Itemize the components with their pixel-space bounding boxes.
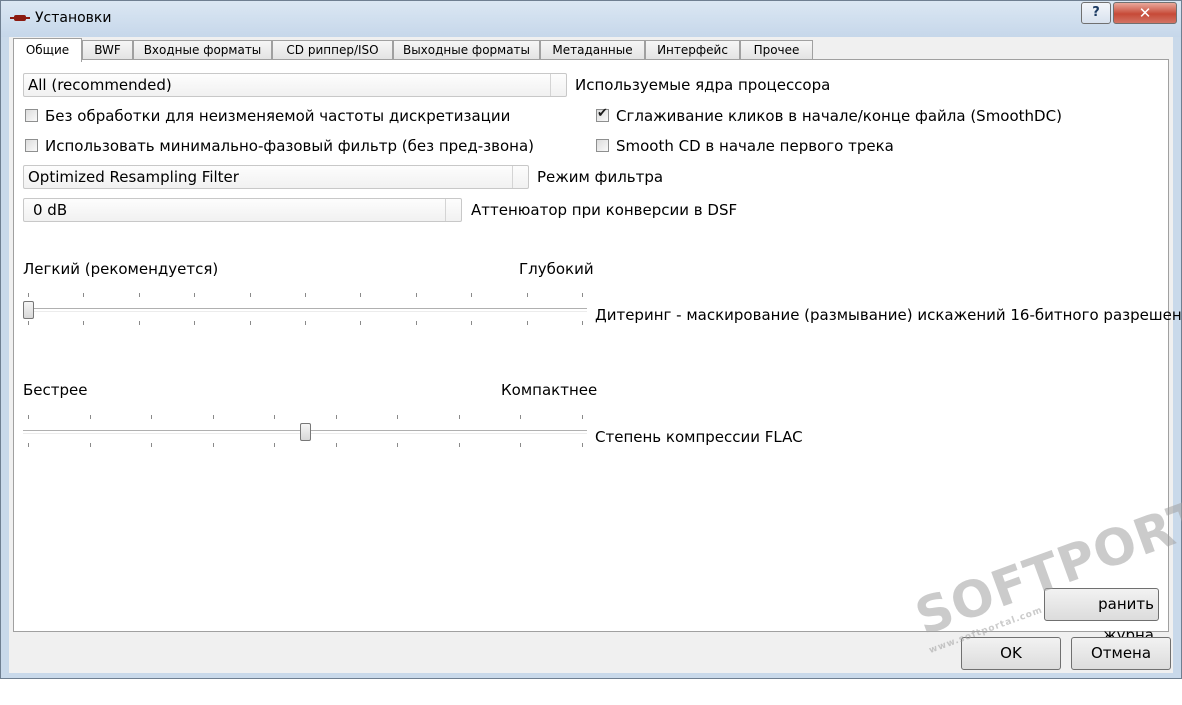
flac-min-label: Бестрее [23, 381, 88, 399]
dialog-client: Общие BWF Входные форматы CD риппер/ISO … [9, 37, 1182, 673]
slider-tick [28, 415, 29, 419]
slider-tick [139, 293, 140, 297]
slider-tick [28, 443, 29, 447]
slider-tick [83, 321, 84, 325]
window-title: Установки [35, 10, 112, 26]
slider-tick [520, 415, 521, 419]
dsf-attenuator-value: 0 dB [33, 201, 68, 219]
flac-max-label: Компактнее [501, 381, 598, 399]
title-bar[interactable]: Установки ? ✕ [1, 1, 1181, 37]
slider-thumb[interactable] [23, 301, 34, 319]
minphase-checkbox[interactable] [25, 139, 38, 152]
slider-tick [582, 443, 583, 447]
chevron-down-icon [445, 199, 461, 221]
cpu-cores-label: Используемые ядра процессора [575, 76, 831, 94]
slider-tick [459, 443, 460, 447]
cpu-cores-value: All (recommended) [28, 76, 172, 94]
tab-interface[interactable]: Интерфейс [645, 40, 740, 60]
dither-slider[interactable] [23, 289, 587, 329]
slider-tick [139, 321, 140, 325]
slider-tick [194, 321, 195, 325]
slider-tick [90, 415, 91, 419]
smoothdc-label: Сглаживание кликов в начале/конце файла … [616, 107, 1062, 125]
dither-max-label: Глубокий [519, 260, 594, 278]
slider-tick [90, 443, 91, 447]
slider-track [23, 308, 587, 312]
slider-tick [360, 293, 361, 297]
cpu-cores-combo[interactable]: All (recommended) [23, 73, 567, 97]
slider-tick [582, 293, 583, 297]
smoothcd-checkbox[interactable] [596, 139, 609, 152]
cancel-button[interactable]: Отмена [1071, 637, 1171, 670]
slider-tick [250, 321, 251, 325]
flac-description: Степень компрессии FLAC [595, 428, 803, 446]
slider-tick [416, 293, 417, 297]
tab-output-formats[interactable]: Выходные форматы [393, 40, 540, 60]
slider-tick [336, 443, 337, 447]
slider-tick [582, 415, 583, 419]
slider-tick [274, 443, 275, 447]
close-button[interactable]: ✕ [1113, 2, 1177, 24]
smoothcd-label: Smooth CD в начале первого трека [616, 137, 894, 155]
chevron-down-icon [512, 166, 528, 188]
help-button[interactable]: ? [1081, 2, 1111, 24]
smoothdc-checkbox[interactable]: ✔ [596, 106, 609, 122]
slider-tick [527, 293, 528, 297]
slider-tick [471, 293, 472, 297]
filter-mode-combo[interactable]: Optimized Resampling Filter [23, 165, 529, 189]
dsf-attenuator-combo[interactable]: 0 dB [23, 198, 462, 222]
settings-window: Установки ? ✕ Общие BWF Входные форматы … [0, 0, 1182, 679]
minphase-label: Использовать минимально-фазовый фильтр (… [45, 137, 535, 155]
filter-mode-value: Optimized Resampling Filter [28, 168, 239, 186]
slider-tick [28, 293, 29, 297]
slider-tick [360, 321, 361, 325]
no-resample-label: Без обработки для неизменяемой частоты д… [45, 107, 511, 125]
filter-mode-label: Режим фильтра [537, 168, 664, 186]
slider-tick [471, 321, 472, 325]
slider-thumb[interactable] [300, 423, 311, 441]
tab-other[interactable]: Прочее [740, 40, 813, 60]
slider-tick [305, 293, 306, 297]
slider-tick [194, 293, 195, 297]
slider-tick [274, 415, 275, 419]
slider-tick [83, 293, 84, 297]
tab-metadata[interactable]: Метаданные [540, 40, 645, 60]
slider-tick [397, 415, 398, 419]
slider-tick [336, 415, 337, 419]
tab-input-formats[interactable]: Входные форматы [133, 40, 272, 60]
slider-tick [397, 443, 398, 447]
chevron-down-icon [550, 74, 566, 96]
tab-cd-ripper[interactable]: CD риппер/ISO [272, 40, 393, 60]
dither-description: Дитеринг - маскирование (размывание) иск… [595, 306, 1182, 324]
general-panel: All (recommended) Используемые ядра проц… [13, 59, 1182, 644]
tab-general[interactable]: Общие [13, 38, 82, 62]
slider-tick [582, 321, 583, 325]
slider-tick [416, 321, 417, 325]
slider-tick [28, 321, 29, 325]
slider-tick [305, 321, 306, 325]
slider-tick [527, 321, 528, 325]
no-resample-checkbox[interactable] [25, 109, 38, 122]
slider-tick [151, 415, 152, 419]
slider-tick [213, 443, 214, 447]
save-log-button[interactable]: ранить журна [1044, 588, 1159, 644]
tab-bwf[interactable]: BWF [82, 40, 133, 60]
slider-tick [250, 293, 251, 297]
slider-tick [151, 443, 152, 447]
flac-slider[interactable] [23, 411, 587, 451]
app-icon [10, 15, 30, 21]
slider-tick [213, 415, 214, 419]
dsf-attenuator-label: Аттенюатор при конверсии в DSF [471, 201, 738, 219]
slider-tick [459, 415, 460, 419]
ok-button[interactable]: OK [961, 637, 1061, 670]
checkmark-icon: ✔ [597, 106, 608, 121]
slider-tick [520, 443, 521, 447]
dither-min-label: Легкий (рекомендуется) [23, 260, 219, 278]
